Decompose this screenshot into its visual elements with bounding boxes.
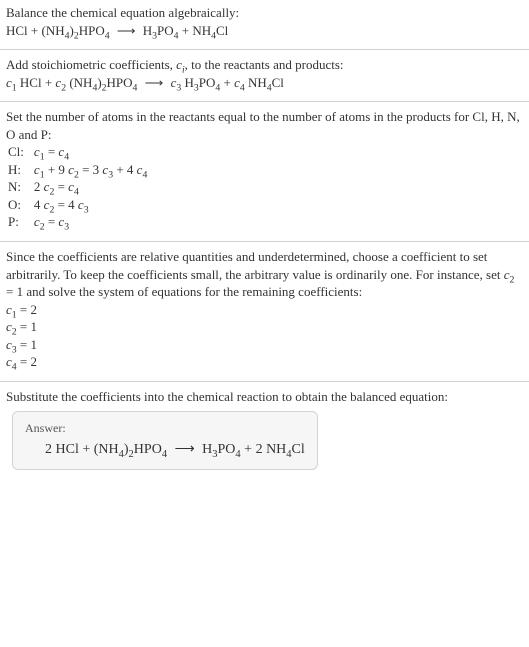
balance-eq: c2 = c3 (34, 213, 147, 231)
text: HPO (107, 75, 133, 90)
step-intro: Since the coefficients are relative quan… (6, 248, 523, 301)
solution-line: c4 = 2 (6, 353, 523, 371)
balanced-equation: 2 HCl + (NH4)2HPO4 ⟶ H3PO4 + 2 NH4Cl (25, 441, 305, 460)
text: H (181, 75, 194, 90)
text: 4 (34, 197, 44, 212)
section-answer: Substitute the coefficients into the che… (0, 384, 529, 485)
text: = 1 and solve the system of equations fo… (6, 284, 362, 299)
balance-row-n: N: 2 c2 = c4 (8, 178, 147, 196)
text: + 9 (45, 162, 69, 177)
text: = (45, 214, 59, 229)
coef-sub: 3 (64, 222, 69, 233)
balance-row-p: P: c2 = c3 (8, 213, 147, 231)
balance-row-h: H: c1 + 9 c2 = 3 c3 + 4 c4 (8, 161, 147, 179)
divider (0, 101, 529, 102)
eq-lhs: HCl + (NH (6, 23, 65, 38)
text: Add stoichiometric coefficients, (6, 57, 176, 72)
coefficient-solutions: c1 = 2 c2 = 1 c3 = 1 c4 = 2 (6, 301, 523, 371)
text: + (220, 75, 234, 90)
text: = (45, 144, 59, 159)
reaction-arrow-icon: ⟶ (171, 442, 199, 457)
balance-row-o: O: 4 c2 = 4 c3 (8, 196, 147, 214)
section-problem: Balance the chemical equation algebraica… (0, 0, 529, 47)
text: H (202, 442, 212, 457)
balance-eq: c1 = c4 (34, 143, 147, 161)
step-intro: Substitute the coefficients into the che… (6, 388, 523, 406)
element-label: O: (8, 196, 34, 214)
coef-sub: 2 (510, 274, 515, 285)
solution-line: c3 = 1 (6, 336, 523, 354)
solution-line: c1 = 2 (6, 301, 523, 319)
element-label: N: (8, 178, 34, 196)
section-solve: Since the coefficients are relative quan… (0, 244, 529, 379)
balance-eq: 4 c2 = 4 c3 (34, 196, 147, 214)
text: Cl (292, 442, 305, 457)
divider (0, 241, 529, 242)
text: + 2 NH (241, 442, 287, 457)
text: NH (245, 75, 267, 90)
text: = 4 (54, 197, 78, 212)
balance-row-cl: Cl: c1 = c4 (8, 143, 147, 161)
text: PO (199, 75, 216, 90)
text: Since the coefficients are relative quan… (6, 249, 504, 282)
eq-rhs: + NH (179, 23, 212, 38)
text: HPO (134, 442, 162, 457)
balance-eq: c1 + 9 c2 = 3 c3 + 4 c4 (34, 161, 147, 179)
text: 2 (34, 179, 44, 194)
element-label: H: (8, 161, 34, 179)
eq-rhs: Cl (216, 23, 228, 38)
sub: 4 (105, 30, 110, 41)
eq-rhs: PO (157, 23, 174, 38)
text: = 3 (79, 162, 103, 177)
text: HCl + (17, 75, 56, 90)
value: = 1 (17, 337, 37, 352)
section-add-coefficients: Add stoichiometric coefficients, ci, to … (0, 52, 529, 99)
section-atom-balance: Set the number of atoms in the reactants… (0, 104, 529, 239)
text: PO (218, 442, 236, 457)
element-label: P: (8, 213, 34, 231)
reaction-arrow-icon: ⟶ (113, 23, 140, 38)
text: (NH (66, 75, 92, 90)
step-intro: Set the number of atoms in the reactants… (6, 108, 523, 143)
text: = (54, 179, 68, 194)
divider (0, 381, 529, 382)
text: 2 HCl + (NH (45, 442, 119, 457)
step-intro: Add stoichiometric coefficients, ci, to … (6, 56, 523, 74)
text: + 4 (113, 162, 137, 177)
balance-equations: Cl: c1 = c4 H: c1 + 9 c2 = 3 c3 + 4 c4 N… (8, 143, 147, 231)
answer-box: Answer: 2 HCl + (NH4)2HPO4 ⟶ H3PO4 + 2 N… (12, 411, 318, 470)
answer-label: Answer: (25, 420, 305, 436)
text: , to the reactants and products: (185, 57, 344, 72)
value: = 2 (17, 302, 37, 317)
sub: 4 (133, 82, 138, 93)
text: Cl (272, 75, 284, 90)
element-label: Cl: (8, 143, 34, 161)
balance-eq: 2 c2 = c4 (34, 178, 147, 196)
eq-rhs: H (143, 23, 152, 38)
coef-sub: 4 (142, 169, 147, 180)
eq-lhs: HPO (79, 23, 105, 38)
unbalanced-equation: HCl + (NH4)2HPO4 ⟶ H3PO4 + NH4Cl (6, 22, 523, 40)
coef-sub: 3 (84, 205, 89, 216)
coefficient-equation: c1 HCl + c2 (NH4)2HPO4 ⟶ c3 H3PO4 + c4 N… (6, 74, 523, 92)
reaction-arrow-icon: ⟶ (141, 75, 168, 90)
solution-line: c2 = 1 (6, 318, 523, 336)
value: = 1 (17, 319, 37, 334)
divider (0, 49, 529, 50)
problem-intro: Balance the chemical equation algebraica… (6, 4, 523, 22)
value: = 2 (17, 354, 37, 369)
sub: 4 (162, 448, 167, 459)
